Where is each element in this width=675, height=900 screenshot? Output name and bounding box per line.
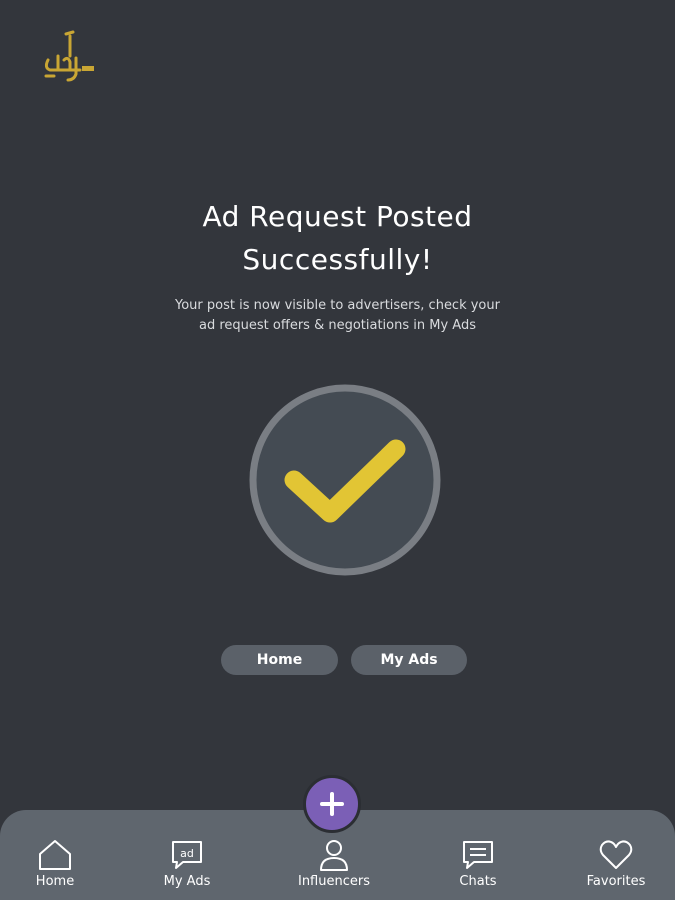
add-ad-button[interactable] — [303, 775, 361, 833]
nav-label-home: Home — [35, 874, 75, 889]
success-message-line2: ad request offers & negotiations in My A… — [199, 318, 476, 333]
success-message: Your post is now visible to advertisers,… — [150, 296, 525, 336]
ad-chat-icon: ad — [172, 841, 202, 869]
nav-item-chats[interactable]: Chats — [428, 838, 528, 898]
person-icon — [320, 840, 348, 871]
nav-item-my-ads[interactable]: ad My Ads — [137, 838, 237, 898]
nav-item-home[interactable]: Home — [5, 838, 105, 898]
success-title-line2: Successfully! — [242, 243, 433, 276]
chat-icon — [463, 841, 493, 869]
svg-text:ad: ad — [180, 847, 194, 860]
heart-icon — [599, 840, 633, 869]
app-logo — [44, 30, 94, 82]
nav-label-my-ads: My Ads — [163, 874, 211, 889]
plus-icon — [320, 792, 344, 816]
nav-label-influencers: Influencers — [297, 874, 370, 889]
nav-item-influencers[interactable]: Influencers — [284, 838, 384, 898]
checkmark-icon — [249, 384, 441, 576]
success-title: Ad Request Posted Successfully! — [0, 195, 675, 281]
success-message-line1: Your post is now visible to advertisers,… — [175, 298, 500, 313]
my-ads-button-label: My Ads — [380, 652, 438, 668]
success-title-line1: Ad Request Posted — [202, 200, 473, 233]
home-button[interactable]: Home — [221, 645, 338, 675]
nav-label-favorites: Favorites — [586, 874, 646, 889]
home-icon — [39, 840, 71, 870]
my-ads-button[interactable]: My Ads — [351, 645, 467, 675]
nav-item-favorites[interactable]: Favorites — [566, 838, 666, 898]
home-button-label: Home — [256, 652, 303, 668]
nav-label-chats: Chats — [459, 874, 497, 889]
